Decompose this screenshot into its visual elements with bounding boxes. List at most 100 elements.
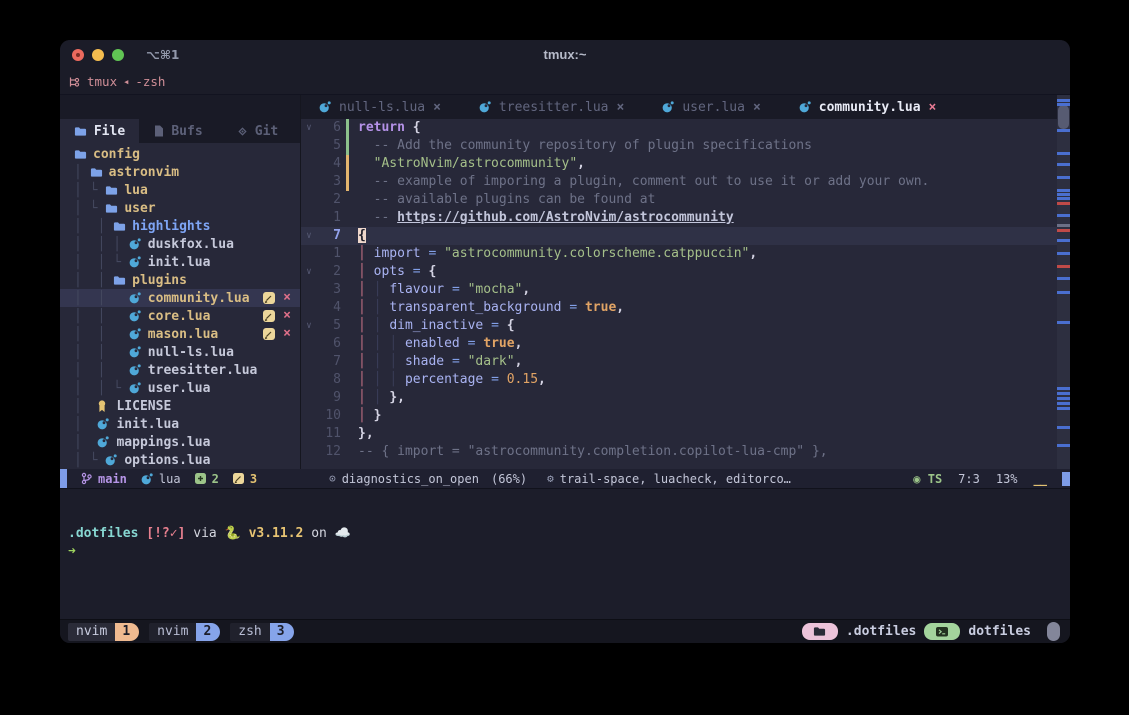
tree-indent-guides: │ └ (74, 183, 105, 198)
mode-indicator-right (1062, 472, 1070, 486)
line-number: 9 (317, 389, 341, 407)
code-line[interactable]: 6│ │ │ enabled = true, (301, 335, 1070, 353)
folder-icon (105, 185, 118, 196)
fold-icon[interactable]: ∨ (301, 227, 317, 245)
tree-item-init-lua[interactable]: │ │ └ init.lua (60, 253, 300, 271)
terminal-window: ⌥⌘1 tmux:~ tmux ◀ -zsh FileBufsGit confi… (60, 40, 1070, 643)
tree-item-astronvim[interactable]: │ astronvim (60, 163, 300, 181)
code-line[interactable]: 4 "AstroNvim/astrocommunity", (301, 155, 1070, 173)
tree-indent-guides: │ │ (74, 309, 129, 324)
code-line[interactable]: 9│ │ }, (301, 389, 1070, 407)
tree-item-plugins[interactable]: │ │ plugins (60, 271, 300, 289)
code-line[interactable]: 3 -- example of imporing a plugin, comme… (301, 173, 1070, 191)
tree-item-label: mappings.lua (116, 435, 210, 450)
tmux-window-2[interactable]: nvim2 (149, 623, 220, 641)
git-sign (346, 443, 349, 461)
code-line[interactable]: ∨6return { (301, 119, 1070, 137)
tree-item-mappings-lua[interactable]: │ mappings.lua (60, 433, 300, 451)
tree-item-options-lua[interactable]: │ └ options.lua (60, 451, 300, 469)
code-line[interactable]: ∨2│ opts = { (301, 263, 1070, 281)
tmux-window-3[interactable]: zsh3 (230, 623, 293, 641)
tree-item-duskfox-lua[interactable]: │ │ │ duskfox.lua (60, 235, 300, 253)
tree-item-mason-lua[interactable]: │ │ mason.lua× (60, 325, 300, 343)
tmux-window-name: nvim (149, 623, 196, 641)
sidebar-tab-file[interactable]: File (60, 119, 139, 143)
buffer-tab-label: treesitter.lua (499, 100, 609, 115)
cloud-icon: ☁️ (335, 526, 351, 541)
tree-item-user[interactable]: │ └ user (60, 199, 300, 217)
diagnostic-mark-gray (1057, 224, 1070, 227)
buffer-tab-treesitter-lua[interactable]: treesitter.lua × (479, 100, 624, 115)
code-line[interactable]: 5 -- Add the community repository of plu… (301, 137, 1070, 155)
prompt-git-status: [!?✓] (146, 526, 185, 541)
code-line[interactable]: 10│ } (301, 407, 1070, 425)
shell-pane[interactable]: .dotfiles [!?✓] via 🐍 v3.11.2 on ☁️ ➜ (60, 489, 1070, 619)
code-line[interactable]: 8│ │ │ percentage = 0.15, (301, 371, 1070, 389)
code-line[interactable]: 4│ │ transparent_background = true, (301, 299, 1070, 317)
progress-icon: ⊙ (329, 472, 336, 485)
gear-icon: ⚙ (547, 472, 554, 485)
editor-scrollbar[interactable] (1057, 95, 1070, 469)
fold-icon[interactable]: ∨ (301, 119, 317, 137)
tree-indent-guides: │ │ (74, 327, 129, 342)
sidebar-tab-git[interactable]: Git (218, 119, 297, 143)
git-sign (346, 137, 349, 155)
tmux-window-1[interactable]: nvim1 (68, 623, 139, 641)
path-pill (802, 623, 838, 640)
buffer-tab-community-lua[interactable]: community.lua× (799, 100, 937, 115)
close-buffer-icon[interactable]: × (433, 100, 441, 115)
code-line[interactable]: 12-- { import = "astrocommunity.completi… (301, 443, 1070, 461)
tree-item-label: init.lua (116, 417, 179, 432)
code-area[interactable]: ∨6return {5 -- Add the community reposit… (301, 119, 1070, 469)
code-line[interactable]: 2 -- available plugins can be found at (301, 191, 1070, 209)
code-line[interactable]: 11}, (301, 425, 1070, 443)
tree-item-config[interactable]: config (60, 145, 300, 163)
prompt-input-line[interactable]: ➜ (68, 543, 1070, 561)
line-number: 3 (317, 281, 341, 299)
unstaged-badge-icon: × (283, 293, 291, 303)
tree-item-lua[interactable]: │ └ lua (60, 181, 300, 199)
tree-item-treesitter-lua[interactable]: │ │ treesitter.lua (60, 361, 300, 379)
code-line[interactable]: ∨5│ │ dim_inactive = { (301, 317, 1070, 335)
lsp-clients: ⚙ trail-space, luacheck, editorco… (547, 472, 791, 486)
code-line[interactable]: 3│ │ flavour = "mocha", (301, 281, 1070, 299)
branch-name: main (98, 472, 127, 486)
close-buffer-icon[interactable]: × (929, 100, 937, 115)
line-number: 4 (317, 155, 341, 173)
tree-indent-guides: │ └ (74, 453, 105, 468)
tree-item-null-ls-lua[interactable]: │ │ null-ls.lua (60, 343, 300, 361)
lua-icon (141, 473, 153, 485)
filetype: lua (141, 472, 181, 486)
close-buffer-icon[interactable]: × (617, 100, 625, 115)
lua-icon (97, 418, 109, 430)
tmux-window-number: 2 (196, 623, 220, 641)
buffer-tab-user-lua[interactable]: user.lua× (662, 100, 760, 115)
tree-indent-guides: │ │ (74, 345, 129, 360)
tree-item-user-lua[interactable]: │ │ └ user.lua (60, 379, 300, 397)
tree-item-community-lua[interactable]: │ │ community.lua× (60, 289, 300, 307)
fold-icon[interactable]: ∨ (301, 317, 317, 335)
code-line[interactable]: 1 -- https://github.com/AstroNvim/astroc… (301, 209, 1070, 227)
tree-item-init-lua[interactable]: │ init.lua (60, 415, 300, 433)
prompt-via: via (193, 526, 216, 541)
scrollbar-thumb[interactable] (1058, 105, 1069, 129)
iterm-tab-bar[interactable]: tmux ◀ -zsh (60, 69, 1070, 94)
tmux-window-number: 1 (115, 623, 139, 641)
code-text: │ │ │ enabled = true, (358, 335, 522, 353)
fold-icon[interactable]: ∨ (301, 263, 317, 281)
session-icon (936, 627, 948, 637)
buffer-tab-null-ls-lua[interactable]: null-ls.lua× (319, 100, 441, 115)
tree-indent-guides: │ │ │ (74, 237, 129, 252)
tree-indent-guides: │ (74, 399, 97, 414)
tree-item-LICENSE[interactable]: │ LICENSE (60, 397, 300, 415)
code-line[interactable]: 7│ │ │ shade = "dark", (301, 353, 1070, 371)
close-buffer-icon[interactable]: × (753, 100, 761, 115)
tree-item-core-lua[interactable]: │ │ core.lua× (60, 307, 300, 325)
window-header: ⌥⌘1 tmux:~ tmux ◀ -zsh (60, 40, 1070, 95)
code-line[interactable]: ∨7{ (301, 227, 1070, 245)
code-line[interactable]: 1│ import = "astrocommunity.colorscheme.… (301, 245, 1070, 263)
tree-indent-guides: │ │ (74, 291, 129, 306)
tree-item-label: lua (124, 183, 147, 198)
tree-item-highlights[interactable]: │ │ highlights (60, 217, 300, 235)
sidebar-tab-bufs[interactable]: Bufs (139, 119, 218, 143)
